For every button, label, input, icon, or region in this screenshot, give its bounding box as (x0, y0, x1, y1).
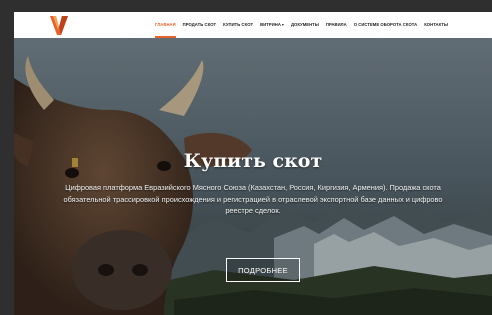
site-logo[interactable] (48, 14, 70, 36)
hero-description-line: реестре сделок. (225, 206, 281, 215)
hero-title: Купить скот (183, 150, 323, 172)
chevron-down-icon: ▾ (281, 22, 284, 27)
more-details-button[interactable]: ПОДРОБНЕЕ (226, 258, 300, 282)
nav-item-about-system[interactable]: О СИСТЕМЕ ОБОРОТА СКОТА (354, 12, 417, 38)
nav-item-label: ГЛАВНАЯ (155, 22, 176, 27)
nav-item-contacts[interactable]: КОНТАКТЫ (424, 12, 448, 38)
nav-item-label: О СИСТЕМЕ ОБОРОТА СКОТА (353, 22, 418, 27)
nav-item-rules[interactable]: ПРАВИЛА (326, 12, 347, 38)
nav-item-label: ДОКУМЕНТЫ (290, 22, 319, 27)
nav-item-label: ПРОДАТЬ СКОТ (182, 22, 217, 27)
nav-item-label: ПРАВИЛА (325, 22, 347, 27)
nav-item-home[interactable]: ГЛАВНАЯ (155, 12, 176, 38)
more-details-button-label: ПОДРОБНЕЕ (238, 265, 288, 275)
nav-item-label: КУПИТЬ СКОТ (223, 22, 254, 27)
hero-description-line: обязательной трассировкой происхождения … (63, 194, 443, 204)
nav-item-sell-livestock[interactable]: ПРОДАТЬ СКОТ (183, 12, 216, 38)
nav-item-label: КОНТАКТЫ (424, 22, 449, 27)
main-nav: ГЛАВНАЯ ПРОДАТЬ СКОТ КУПИТЬ СКОТ ВИТРИНА… (155, 12, 455, 38)
nav-item-label: ВИТРИНА (260, 22, 281, 27)
site-header: ГЛАВНАЯ ПРОДАТЬ СКОТ КУПИТЬ СКОТ ВИТРИНА… (14, 12, 492, 38)
nav-item-showcase[interactable]: ВИТРИНА▾ (260, 12, 284, 38)
hero-description: Цифровая платформа Евразийского Мясного … (16, 182, 490, 217)
nav-item-buy-livestock[interactable]: КУПИТЬ СКОТ (223, 12, 253, 38)
nav-item-documents[interactable]: ДОКУМЕНТЫ (291, 12, 319, 38)
web-page: ГЛАВНАЯ ПРОДАТЬ СКОТ КУПИТЬ СКОТ ВИТРИНА… (14, 12, 492, 315)
hero-description-line: Цифровая платформа Евразийского Мясного … (65, 183, 441, 192)
v-letter-logo-icon (50, 16, 68, 35)
hero-banner: Купить скот Цифровая платформа Евразийск… (14, 38, 492, 315)
